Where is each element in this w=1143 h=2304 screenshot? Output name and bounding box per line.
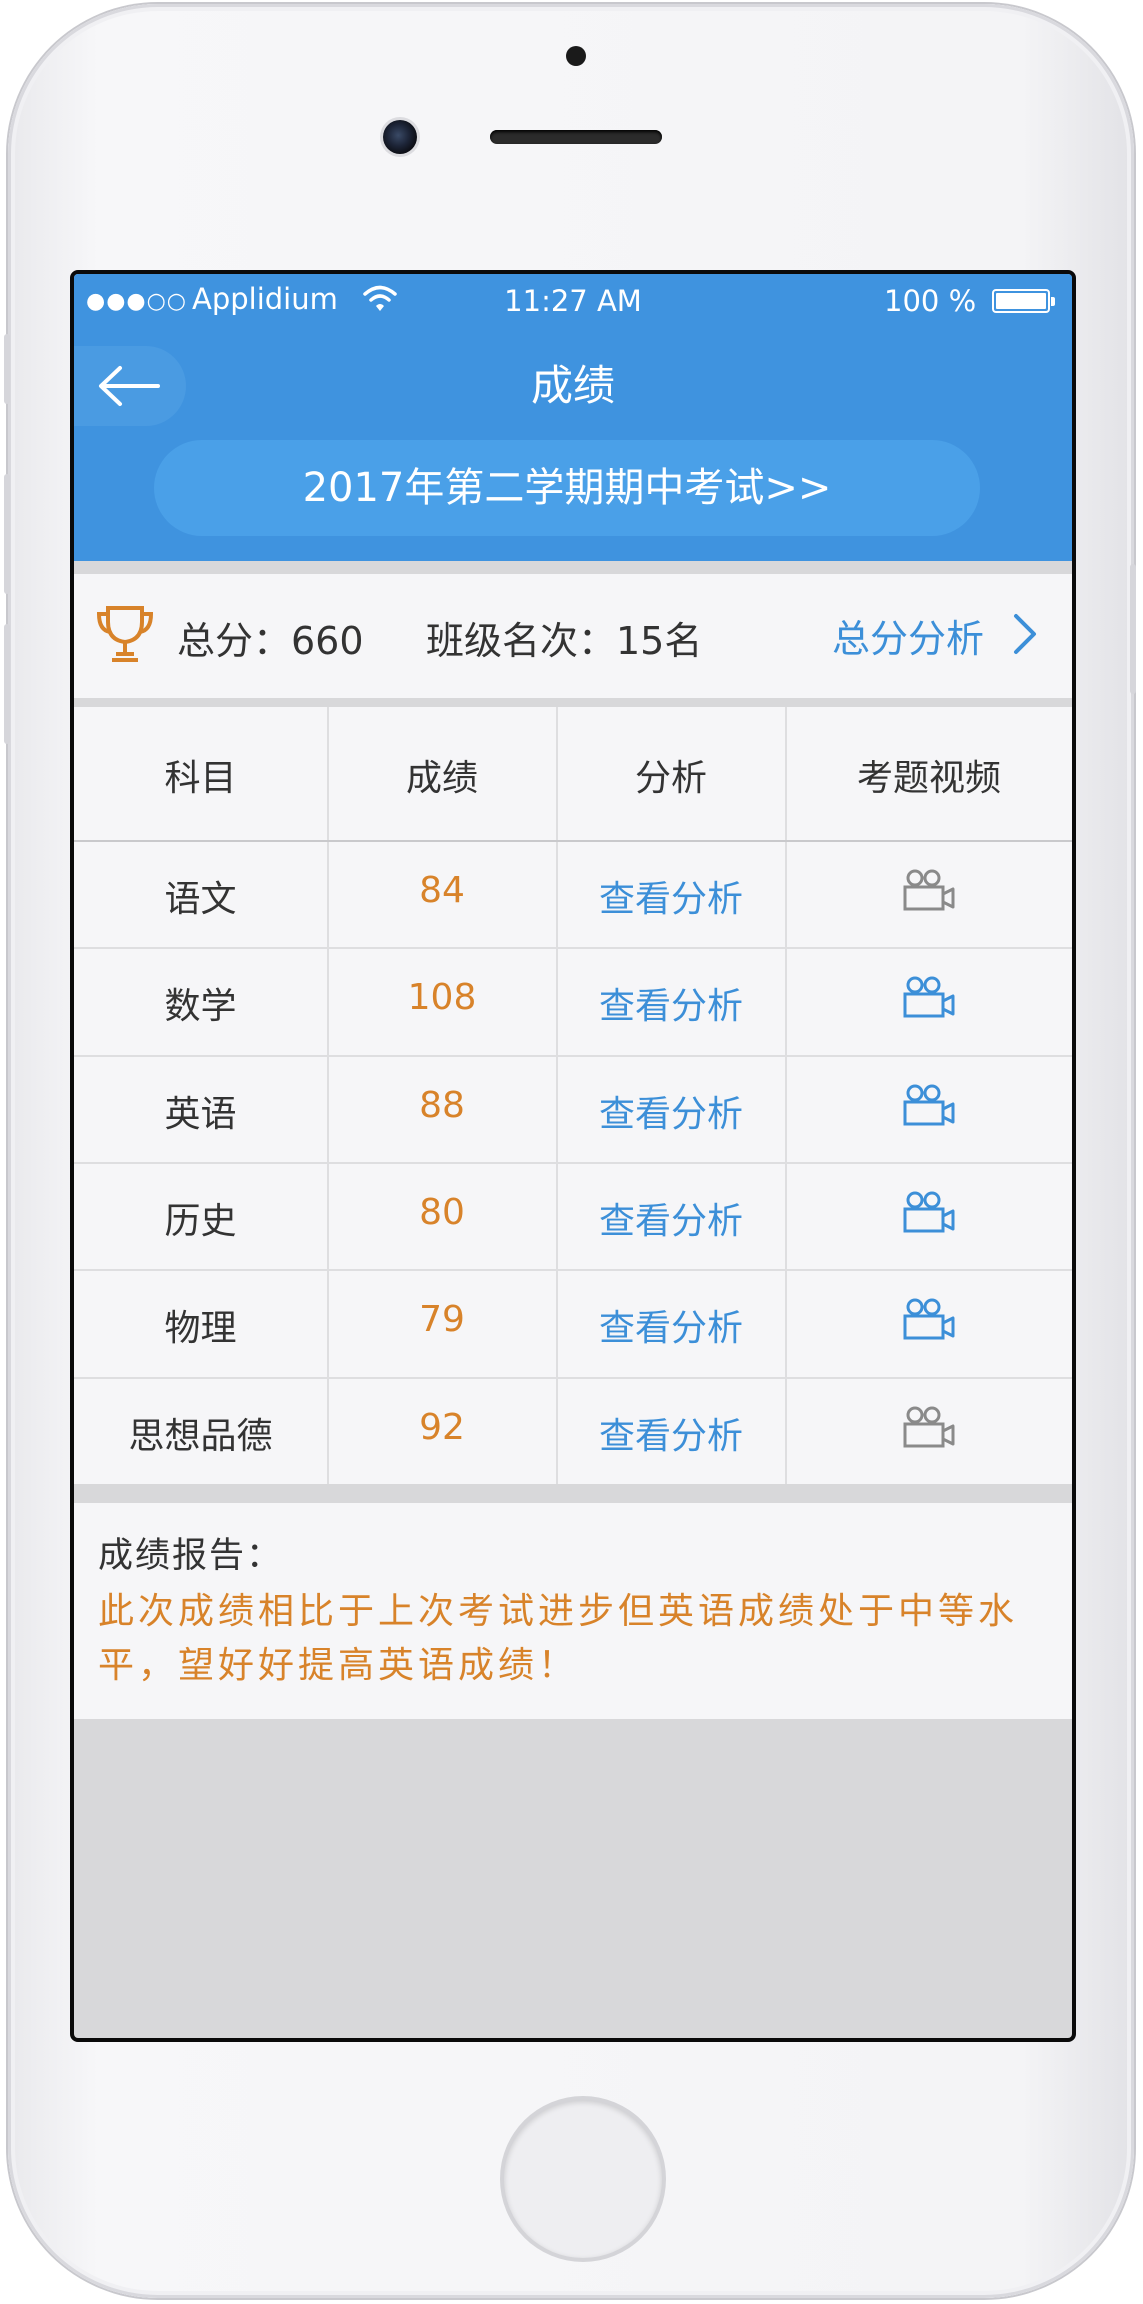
trophy-icon	[96, 606, 154, 662]
view-analysis-link[interactable]: 查看分析	[557, 1407, 785, 1459]
battery-icon	[992, 289, 1055, 313]
total-analysis-link[interactable]: 总分分析	[832, 608, 984, 663]
score-cell: 92	[419, 1406, 465, 1448]
header-score: 成绩	[405, 758, 478, 799]
home-button[interactable]	[504, 2100, 662, 2258]
row-divider	[74, 1054, 1072, 1057]
row-divider	[74, 947, 1072, 950]
chevron-right-icon[interactable]	[1012, 612, 1038, 656]
video-camera-icon[interactable]	[786, 1190, 1072, 1245]
side-button	[4, 474, 10, 594]
header-analysis: 分析	[634, 758, 707, 799]
front-camera	[383, 120, 417, 154]
subject-cell: 思想品德	[128, 1415, 273, 1457]
view-analysis-link[interactable]: 查看分析	[557, 1085, 785, 1137]
report-text: 此次成绩相比于上次考试进步但英语成绩处于中等水平，望好好提高英语成绩！	[98, 1591, 1019, 1686]
view-analysis-link[interactable]: 查看分析	[557, 870, 785, 922]
side-button	[4, 334, 10, 404]
row-divider	[74, 1161, 1072, 1164]
side-button	[1130, 564, 1136, 694]
score-cell: 108	[407, 977, 477, 1019]
score-table: 科目 成绩 分析 考题视频 语文 84 查看分析 数学 108 查看分析 英语 88 查看分析历…	[74, 707, 1072, 1484]
video-camera-icon[interactable]	[786, 975, 1072, 1030]
class-rank: 班级名次：15名	[426, 619, 703, 663]
subject-cell: 数学	[164, 986, 237, 1028]
subject-cell: 英语	[164, 1093, 237, 1135]
score-cell: 80	[419, 1191, 465, 1233]
score-cell: 84	[419, 870, 465, 911]
row-divider	[74, 1376, 1072, 1379]
subject-cell: 历史	[164, 1200, 237, 1242]
video-camera-icon[interactable]	[786, 1083, 1072, 1138]
subject-cell: 语文	[164, 879, 237, 920]
video-camera-icon[interactable]	[786, 868, 1072, 923]
earpiece-speaker	[490, 130, 662, 144]
view-analysis-link[interactable]: 查看分析	[557, 1299, 785, 1351]
exam-selector[interactable]: 2017年第二学期期中考试>>	[154, 440, 980, 536]
score-cell: 79	[419, 1299, 465, 1341]
score-cell: 88	[419, 1084, 465, 1126]
side-button	[4, 624, 10, 744]
status-bar: ●●●○○ Applidium 11:27 AM 100 %	[74, 274, 1072, 330]
page-title: 成绩	[530, 361, 615, 410]
score-report: 成绩报告： 此次成绩相比于上次考试进步但英语成绩处于中等水平，望好好提高英语成绩…	[74, 1503, 1072, 1719]
subject-cell: 物理	[164, 1308, 237, 1350]
header-subject: 科目	[164, 758, 237, 799]
battery-percent: 100 %	[884, 284, 977, 318]
view-analysis-link[interactable]: 查看分析	[557, 1192, 785, 1244]
screen: ●●●○○ Applidium 11:27 AM 100 % 成绩 2017年第…	[70, 270, 1076, 2042]
header-video: 考题视频	[856, 758, 1001, 799]
row-divider	[74, 1269, 1072, 1272]
score-summary: 总分：660 班级名次：15名 总分分析	[74, 574, 1072, 698]
video-camera-icon[interactable]	[786, 1297, 1072, 1352]
video-camera-icon[interactable]	[786, 1405, 1072, 1460]
header: ●●●○○ Applidium 11:27 AM 100 % 成绩 2017年第…	[74, 274, 1072, 561]
table-header-divider	[74, 840, 1072, 842]
view-analysis-link[interactable]: 查看分析	[557, 977, 785, 1029]
report-label: 成绩报告：	[98, 1536, 284, 1576]
total-score: 总分：660	[177, 619, 364, 663]
proximity-sensor	[566, 46, 586, 66]
